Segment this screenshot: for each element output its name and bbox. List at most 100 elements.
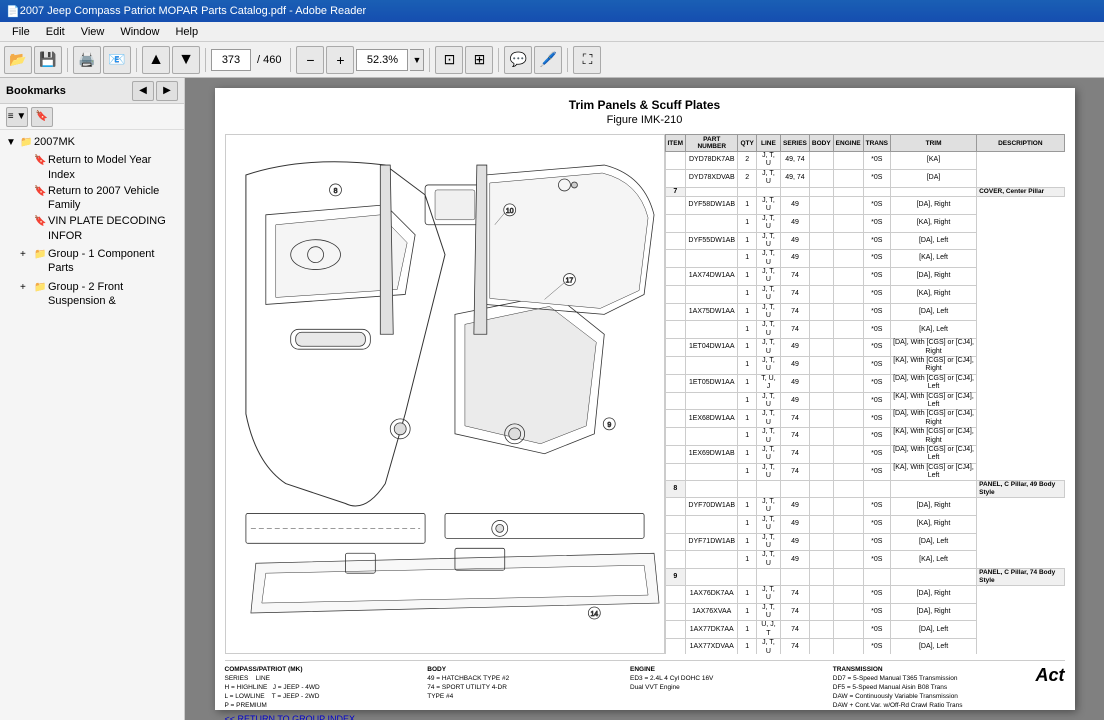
- table-cell: 74: [781, 303, 810, 321]
- tree-item-group1[interactable]: + 📁 Group - 1 Component Parts: [18, 246, 180, 277]
- table-cell: 1AX75DW1AA: [686, 303, 738, 321]
- menu-file[interactable]: File: [4, 25, 38, 39]
- col-trim: TRIM: [890, 135, 976, 152]
- separator-1: [67, 48, 68, 72]
- table-cell: [863, 187, 890, 196]
- series-legend-body: SERIES LINE: [225, 674, 428, 683]
- table-cell: [665, 428, 686, 446]
- tree-item-return-vehicle[interactable]: 🔖 Return to 2007 Vehicle Family: [18, 183, 180, 214]
- table-cell: [665, 445, 686, 463]
- page-subtitle: Figure IMK-210: [225, 114, 1065, 126]
- document-area[interactable]: Trim Panels & Scuff Plates Figure IMK-21…: [185, 78, 1104, 720]
- table-cell: [833, 392, 863, 410]
- fit-width-button[interactable]: ⊞: [465, 46, 493, 74]
- tree-toggle-group2[interactable]: +: [20, 281, 34, 294]
- table-cell: J, T, U: [756, 196, 780, 214]
- table-cell: 7: [665, 187, 686, 196]
- table-cell: *0S: [863, 232, 890, 250]
- table-row: 1AX77XDVAA1J, T, U74*0S[DA], Left: [665, 639, 1064, 654]
- table-cell: 74: [781, 445, 810, 463]
- table-cell: *0S: [863, 214, 890, 232]
- table-row: DYF55DW1AB1J, T, U49*0S[DA], Left: [665, 232, 1064, 250]
- table-cell: J, T, U: [756, 551, 780, 569]
- table-cell: 1: [738, 214, 756, 232]
- table-cell: [833, 321, 863, 339]
- table-cell: [809, 585, 833, 603]
- page-container: Trim Panels & Scuff Plates Figure IMK-21…: [215, 88, 1075, 710]
- table-cell: [809, 603, 833, 621]
- tree-toggle-2007mk[interactable]: ▼: [6, 136, 20, 149]
- tree-item-group2[interactable]: + 📁 Group - 2 Front Suspension &: [18, 279, 180, 310]
- table-cell: PANEL, C Pillar, 74 Body Style: [977, 569, 1064, 586]
- sidebar-bookmark-button[interactable]: 🔖: [31, 107, 53, 127]
- open-button[interactable]: 📂: [4, 46, 32, 74]
- email-button[interactable]: 📧: [103, 46, 131, 74]
- tree-item-2007mk[interactable]: ▼ 📁 2007MK: [4, 134, 180, 150]
- table-cell: 49, 74: [781, 169, 810, 187]
- table-cell: J, T, U: [756, 356, 780, 374]
- table-cell: [809, 621, 833, 639]
- table-cell: *0S: [863, 603, 890, 621]
- table-cell: 49: [781, 392, 810, 410]
- page-number-input[interactable]: [211, 49, 251, 71]
- table-cell: [665, 214, 686, 232]
- expand-sidebar-button[interactable]: ▶: [156, 81, 178, 101]
- highlight-button[interactable]: 🖊️: [534, 46, 562, 74]
- folder-icon-group2: 📁: [34, 281, 48, 294]
- tree-item-vin[interactable]: 🔖 VIN PLATE DECODING INFOR: [18, 213, 180, 244]
- next-page-button[interactable]: ▼: [172, 46, 200, 74]
- menu-view[interactable]: View: [73, 25, 113, 39]
- tree-label-group1: Group - 1 Component Parts: [48, 247, 178, 276]
- menu-window[interactable]: Window: [112, 25, 167, 39]
- series-h: H = HIGHLINE J = JEEP - 4WD: [225, 683, 428, 692]
- table-cell: [833, 374, 863, 392]
- collapse-sidebar-button[interactable]: ◀: [132, 81, 154, 101]
- sidebar-options-button[interactable]: ≡ ▼: [6, 107, 28, 127]
- separator-3: [205, 48, 206, 72]
- separator-2: [136, 48, 137, 72]
- table-cell: J, T, U: [756, 303, 780, 321]
- table-cell: [809, 268, 833, 286]
- folder-icon-group1: 📁: [34, 248, 48, 261]
- menu-help[interactable]: Help: [167, 25, 206, 39]
- table-cell: 1: [738, 639, 756, 654]
- trans-df5: DF5 = 5-Speed Manual Aisin B08 Trans: [833, 683, 1036, 692]
- table-cell: 74: [781, 321, 810, 339]
- series-legend-title: COMPASS/PATRIOT (MK): [225, 665, 428, 674]
- zoom-dropdown[interactable]: ▼: [410, 49, 424, 71]
- body-legend-title: BODY: [427, 665, 630, 674]
- prev-page-button[interactable]: ▲: [142, 46, 170, 74]
- fullscreen-button[interactable]: ⛶: [573, 46, 601, 74]
- table-cell: [809, 428, 833, 446]
- menu-edit[interactable]: Edit: [38, 25, 73, 39]
- tree-item-return-model[interactable]: 🔖 Return to Model Year Index: [18, 152, 180, 183]
- separator-5: [429, 48, 430, 72]
- zoom-in-button[interactable]: +: [326, 46, 354, 74]
- table-cell: [665, 603, 686, 621]
- table-cell: [665, 639, 686, 654]
- tree-toggle-group1[interactable]: +: [20, 248, 34, 261]
- table-cell: *0S: [863, 445, 890, 463]
- return-link[interactable]: << RETURN TO GROUP INDEX: [225, 714, 1065, 720]
- table-row: 1EX69DW1AB1J, T, U74*0S[DA], With [CGS] …: [665, 445, 1064, 463]
- table-cell: [809, 639, 833, 654]
- table-cell: [756, 569, 780, 586]
- comment-button[interactable]: 💬: [504, 46, 532, 74]
- body-type: TYPE #4: [427, 692, 630, 701]
- table-cell: [890, 481, 976, 498]
- fit-page-button[interactable]: ⊡: [435, 46, 463, 74]
- table-cell: *0S: [863, 428, 890, 446]
- table-cell: [833, 268, 863, 286]
- table-cell: [809, 533, 833, 551]
- zoom-input[interactable]: [356, 49, 408, 71]
- svg-text:8: 8: [333, 188, 337, 195]
- footer-legend-series: COMPASS/PATRIOT (MK) SERIES LINE H = HIG…: [225, 665, 428, 710]
- table-cell: J, T, U: [756, 392, 780, 410]
- save-button[interactable]: 💾: [34, 46, 62, 74]
- table-cell: [KA]: [890, 152, 976, 170]
- print-button[interactable]: 🖨️: [73, 46, 101, 74]
- table-row: 1ET04DW1AA1J, T, U49*0S[DA], With [CGS] …: [665, 339, 1064, 357]
- zoom-out-button[interactable]: −: [296, 46, 324, 74]
- table-cell: [686, 321, 738, 339]
- col-item: ITEM: [665, 135, 686, 152]
